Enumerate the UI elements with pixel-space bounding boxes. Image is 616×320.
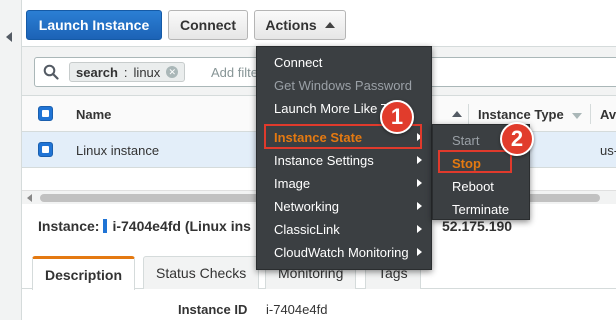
menu-item-connect[interactable]: Connect [257,51,431,74]
row-checkbox[interactable] [38,142,53,157]
menu-item-reboot[interactable]: Reboot [433,175,529,198]
instance-color-marker [103,219,108,233]
instance-id-heading: i-7404e4fd (Linux ins [112,218,251,234]
menu-item-terminate[interactable]: Terminate [433,198,529,221]
step-badge-2: 2 [500,122,534,156]
instance-id-label: Instance ID [178,302,248,317]
menu-item-label: ClassicLink [274,222,340,237]
step-badge-1: 1 [380,100,414,134]
submenu-arrow-icon [417,179,422,187]
menu-item-label: Start [452,133,480,148]
menu-item-instance-settings[interactable]: Instance Settings [257,149,431,172]
column-header-availability-zone[interactable]: Av [600,107,616,122]
column-divider [468,104,469,124]
caret-up-icon [324,22,335,28]
instance-id-value: i-7404e4fd [266,302,328,317]
left-gutter [0,0,22,320]
instance-label: Instance: [38,218,100,234]
select-all-checkbox[interactable] [38,106,53,121]
sort-icon[interactable] [452,111,462,117]
menu-item-label: Get Windows Password [274,78,412,93]
menu-item-label: Image [274,176,311,191]
menu-item-classiclink[interactable]: ClassicLink [257,218,431,241]
launch-instance-button[interactable]: Launch Instance [26,10,162,40]
collapse-arrow-icon[interactable] [6,32,12,42]
instance-detail-header: Instance: i-7404e4fd (Linux ins [38,218,251,234]
column-header-name[interactable]: Name [76,107,111,122]
remove-filter-icon[interactable]: ✕ [166,66,179,78]
actions-button[interactable]: Actions [254,10,346,40]
menu-item-label: Instance Settings [274,153,374,168]
tab-status-checks[interactable]: Status Checks [143,256,260,289]
instance-name-cell: Linux instance [76,143,160,158]
filter-token-separator: : [123,64,128,80]
menu-item-label: Reboot [452,179,494,194]
menu-item-networking[interactable]: Networking [257,195,431,218]
submenu-arrow-icon [417,156,422,164]
scroll-left-icon[interactable] [27,194,32,202]
column-divider [590,104,591,124]
sort-icon[interactable] [572,113,582,119]
filter-token-value: linux [133,64,161,80]
filter-token[interactable]: search : linux ✕ [69,62,186,82]
ec2-console: Launch Instance Connect Actions search :… [0,0,616,320]
actions-menu: Connect Get Windows Password Launch More… [256,46,432,270]
menu-item-label: Connect [274,55,323,70]
filter-token-key: search [76,64,118,80]
menu-item-image[interactable]: Image [257,172,431,195]
column-header-instance-type[interactable]: Instance Type [478,107,564,122]
search-placeholder: Add filter [211,65,263,80]
availability-zone-cell: us- [600,143,616,158]
menu-item-label: Networking [274,199,340,214]
menu-item-get-windows-password: Get Windows Password [257,74,431,97]
connect-button[interactable]: Connect [168,10,248,40]
actions-label: Actions [265,17,317,33]
menu-item-label: CloudWatch Monitoring [274,245,409,260]
submenu-arrow-icon [417,225,422,233]
stop-callout-box [438,150,512,173]
search-icon [43,64,59,80]
menu-item-cloudwatch-monitoring[interactable]: CloudWatch Monitoring [257,241,431,264]
tab-description[interactable]: Description [32,256,136,290]
submenu-arrow-icon [417,202,422,210]
menu-item-label: Terminate [452,202,510,217]
submenu-arrow-icon [417,248,422,256]
